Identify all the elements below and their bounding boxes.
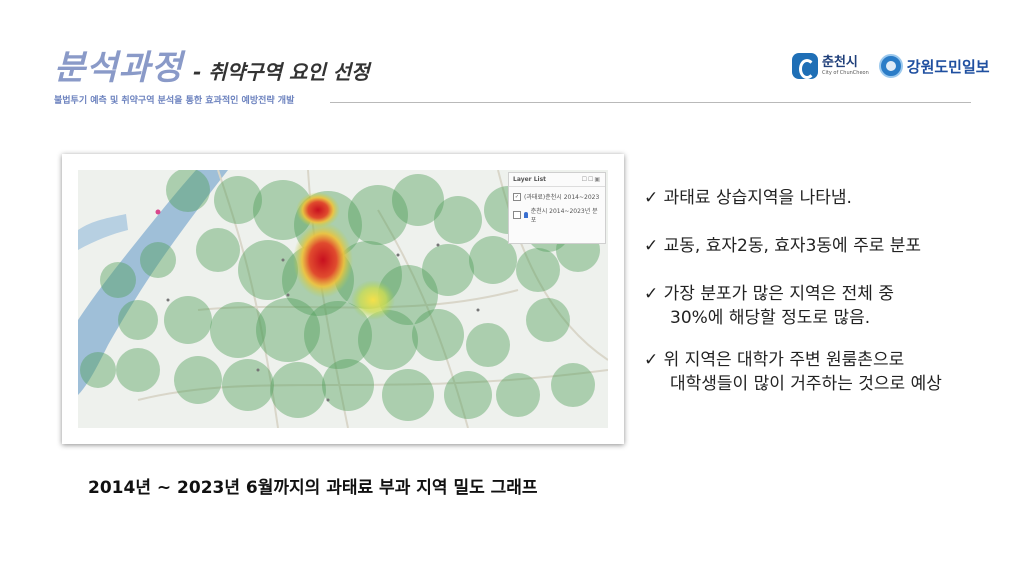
hotspot-main [293,222,353,298]
check-icon: ✓ [644,188,659,208]
finding-text-continued: 30%에 해당할 정도로 많음. [670,308,871,328]
page-title: 분석과정 [54,48,184,88]
layer-list-title: Layer List [513,176,547,183]
chuncheon-logo-english: City of ChunCheon [822,70,869,76]
finding-text: 위 지역은 대학가 주변 원룸촌으로 [663,350,905,370]
layer-checkbox[interactable] [513,211,521,219]
hotspot-east [351,280,395,320]
chuncheon-logo: 춘천시 City of ChunCheon [792,53,869,79]
layer-list-tools-icon[interactable]: ☐☐▣ [582,176,601,183]
finding-item: ✓ 가장 분포가 많은 지역은 전체 중 30%에 해당할 정도로 많음. [644,282,894,330]
map-figure: Layer List ☐☐▣ ✓ (과태료)춘천시 2014~2023 춘천시 … [62,154,624,444]
check-icon: ✓ [644,350,659,370]
gangwon-logo-icon [878,54,903,78]
layer-list-panel: Layer List ☐☐▣ ✓ (과태료)춘천시 2014~2023 춘천시 … [508,172,606,244]
finding-text-continued: 대학생들이 많이 거주하는 것으로 예상 [670,374,942,394]
finding-text: 교동, 효자2동, 효자3동에 주로 분포 [663,236,922,256]
finding-item: ✓ 교동, 효자2동, 효자3동에 주로 분포 [644,234,921,258]
page-subtitle: - 취약구역 요인 선정 [193,60,370,84]
finding-text: 과태료 상습지역을 나타냄. [663,188,852,208]
poi-marker [155,209,161,215]
layer-item[interactable]: ✓ (과태료)춘천시 2014~2023 [509,187,605,201]
gangwon-logo-name: 강원도민일보 [906,57,990,76]
chuncheon-logo-icon [792,53,818,79]
check-icon: ✓ [644,284,659,304]
layer-pin-icon [523,212,528,218]
gangwon-logo: 강원도민일보 [878,54,990,78]
finding-text: 가장 분포가 많은 지역은 전체 중 [663,284,894,304]
layer-item[interactable]: 춘천시 2014~2023년 분포 [509,201,605,224]
density-map[interactable]: Layer List ☐☐▣ ✓ (과태료)춘천시 2014~2023 춘천시 … [78,170,608,428]
slide-title: 분석과정 - 취약구역 요인 선정 [54,40,370,89]
finding-item: ✓ 위 지역은 대학가 주변 원룸촌으로 대학생들이 많이 거주하는 것으로 예… [644,348,942,396]
check-icon: ✓ [644,236,659,256]
project-subline: 불법투기 예측 및 취약구역 분석을 통한 효과적인 예방전략 개발 [54,96,295,106]
logo-group: 춘천시 City of ChunCheon 강원도민일보 [792,46,990,86]
finding-item: ✓ 과태료 상습지역을 나타냄. [644,186,852,210]
figure-caption: 2014년 ~ 2023년 6월까지의 과태료 부과 지역 밀도 그래프 [88,478,538,498]
header-divider [330,102,971,103]
layer-checkbox[interactable]: ✓ [513,192,521,201]
layer-item-label: 춘천시 2014~2023년 분포 [530,208,598,224]
chuncheon-logo-name: 춘천시 [822,55,858,70]
layer-item-label: (과태료)춘천시 2014~2023 [524,194,600,201]
